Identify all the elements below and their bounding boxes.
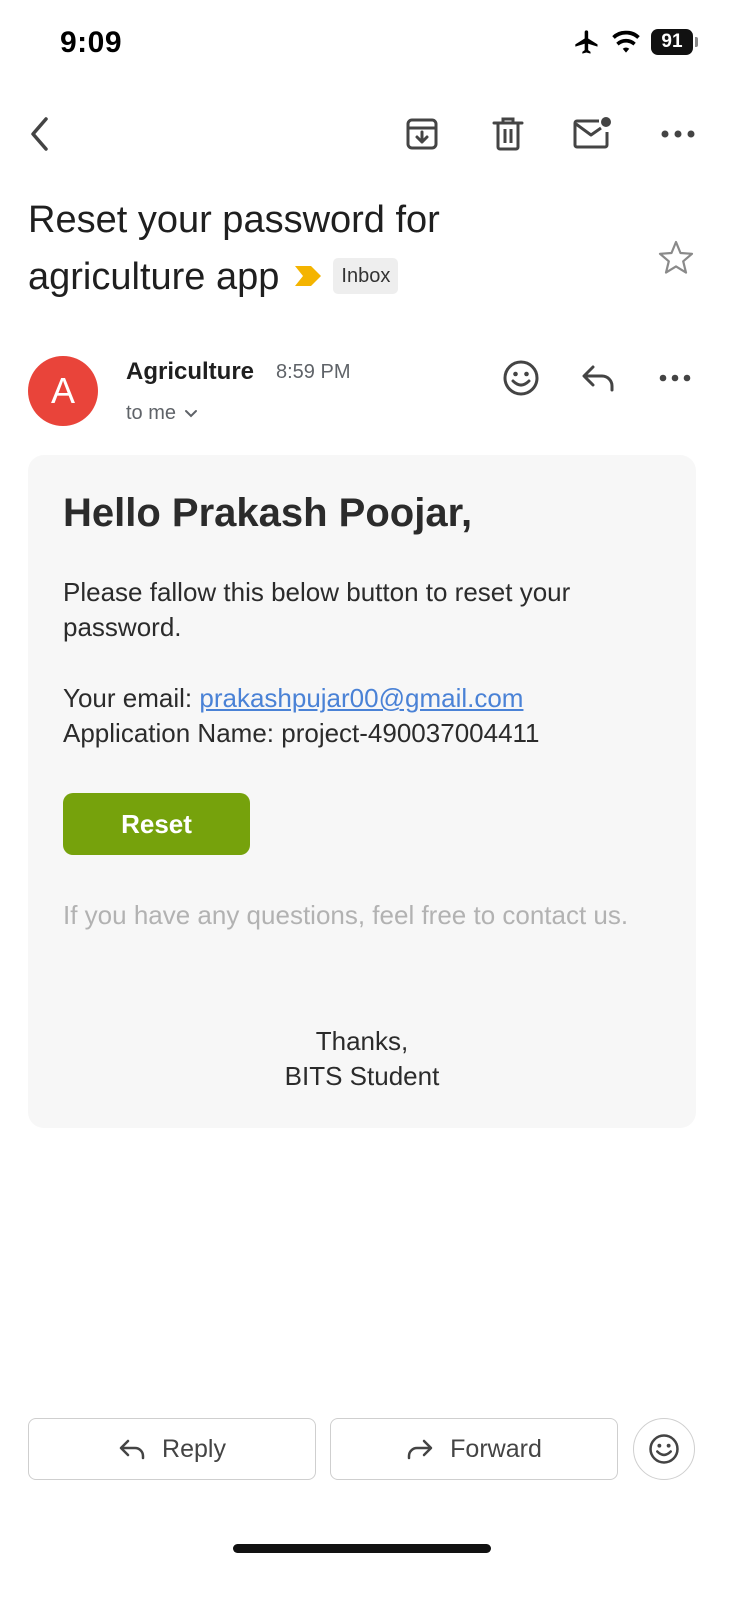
reply-icon [119,1439,145,1460]
more-options-button[interactable] [656,112,700,156]
app-label: Application Name: [63,718,274,748]
subject-line-2: agriculture app Inbox [28,249,628,306]
reply-label: Reply [162,1434,226,1463]
email-info-row: Your email: prakashpujar00@gmail.com [63,681,683,716]
email-greeting: Hello Prakash Poojar, [63,491,473,535]
forward-label: Forward [450,1434,542,1463]
emoji-icon [649,1434,679,1464]
subject-line-1: Reset your password for [28,199,440,241]
archive-button[interactable] [400,112,444,156]
forward-icon [407,1439,433,1460]
inbox-label-chip[interactable]: Inbox [333,257,399,294]
email-info-block: Your email: prakashpujar00@gmail.com App… [63,681,683,751]
archive-icon [406,118,438,150]
more-horizontal-icon [661,130,695,138]
add-reaction-button[interactable] [499,356,543,400]
message-more-button[interactable] [653,356,697,400]
battery-level: 91 [661,31,683,52]
more-horizontal-icon [659,374,691,382]
email-signoff: Thanks, BITS Student [28,1024,696,1094]
trash-icon [492,117,524,151]
back-button[interactable] [18,112,62,156]
status-bar: 9:09 91 [0,0,739,90]
important-marker-icon[interactable] [293,264,323,288]
app-info-row: Application Name: project-490037004411 [63,716,683,751]
email-subject: Reset your password for agriculture app I… [28,192,628,306]
reply-button[interactable] [576,356,620,400]
emoji-icon [503,360,539,396]
emoji-reaction-footer-button[interactable] [633,1418,695,1480]
recipient-label: to me [126,402,177,424]
battery-nub [695,37,698,47]
email-address-link[interactable]: prakashpujar00@gmail.com [199,683,523,713]
home-indicator[interactable] [233,1544,491,1553]
questions-text: If you have any questions, feel free to … [63,900,629,930]
forward-footer-button[interactable]: Forward [330,1418,618,1480]
chevron-down-icon [185,409,198,417]
status-icons: 91 [573,28,698,56]
reset-button[interactable]: Reset [63,793,250,855]
status-time: 9:09 [60,26,123,59]
mark-unread-icon [573,117,611,149]
email-label: Your email: [63,683,193,713]
battery-indicator: 91 [651,29,698,55]
reply-icon [582,365,614,392]
signature-text: BITS Student [284,1061,440,1091]
reply-footer-button[interactable]: Reply [28,1418,316,1480]
received-time: 8:59 PM [276,361,351,383]
recipient-details-toggle[interactable]: to me [126,402,198,425]
sender-name[interactable]: Agriculture [126,358,254,386]
chevron-left-icon [31,117,48,151]
thanks-text: Thanks, [315,1026,409,1056]
star-icon[interactable] [656,238,696,278]
app-value: project-490037004411 [281,718,540,748]
sender-avatar[interactable]: A [28,356,98,426]
mark-unread-button[interactable] [570,112,614,156]
email-body-text: Please fallow this below button to reset… [63,577,571,642]
email-body-card: Hello Prakash Poojar, Please fallow this… [28,455,696,1128]
email-toolbar [0,104,739,164]
delete-button[interactable] [486,112,530,156]
airplane-icon [575,30,598,54]
subject-line-2-text: agriculture app [28,256,280,298]
wifi-icon [612,30,640,53]
